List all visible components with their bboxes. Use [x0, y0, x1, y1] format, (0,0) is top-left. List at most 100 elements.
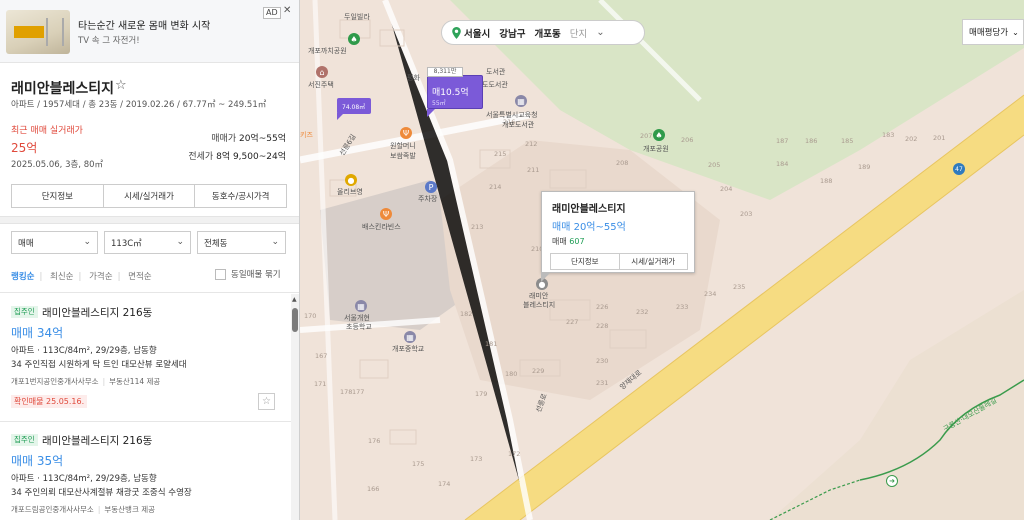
lot-number: 211 [527, 166, 540, 174]
lot-number: 180 [505, 370, 518, 378]
favorite-star-icon[interactable]: ☆ [258, 393, 275, 410]
map-label-school1b: 초등학교 [346, 323, 372, 331]
ad-badge: AD [263, 7, 281, 19]
lot-number: 228 [596, 322, 609, 330]
sale-price-label: 매매가 [211, 134, 237, 144]
sort-price[interactable]: 가격순 [89, 272, 112, 282]
area-select[interactable]: 113C㎡ ⌄ [104, 231, 191, 254]
sort-latest[interactable]: 최신순 [50, 272, 73, 282]
listing-description: 34 주인직접 시원하게 탁 트인 대모산뷰 로얄세대 [11, 360, 187, 370]
ad-subtitle: TV 속 그 자전거! [78, 36, 140, 46]
lot-number: 227 [566, 318, 579, 326]
lot-number: 189 [858, 163, 871, 171]
group-checkbox[interactable] [215, 268, 226, 280]
list-item[interactable]: 집주인 래미안블레스티지 216동 매매 35억 아파트 · 113C/84m²… [0, 422, 292, 520]
breadcrumb-city[interactable]: 서울시 [464, 26, 490, 40]
listing-source: 부동산뱅크 제공 [104, 505, 156, 514]
tab-market-price[interactable]: 시세/실거래가 [103, 185, 196, 207]
popup-listing-count: 매매 607 [552, 236, 585, 247]
lot-number: 215 [494, 150, 507, 158]
listing-agent: 개포1번지공인중개사사무소 | 부동산114 제공 [11, 377, 161, 386]
map-view[interactable]: 170 171 216 215 214 213 212 211 210 209 … [300, 0, 1024, 520]
confirm-badge: 확인매물 25.05.16. [11, 395, 88, 408]
map-label-restaurant2: 보쌈족발 [390, 152, 416, 160]
shop-icon: ● [345, 174, 357, 186]
lot-number: 232 [636, 308, 649, 316]
map-label-edu: 서울특별시교육청 [486, 111, 538, 119]
tab-unit-price[interactable]: 동호수/공시가격 [195, 185, 287, 207]
lot-number: 185 [841, 137, 854, 145]
building-select[interactable]: 전체동 ⌄ [197, 231, 286, 254]
map-label-gaepo-park: 개포공원 [643, 145, 669, 153]
agent-name[interactable]: 개포드림공인중개사사무소 [11, 505, 94, 514]
agent-name[interactable]: 개포1번지공인중개사사무소 [11, 377, 99, 386]
listing-title[interactable]: 래미안블레스티지 216동 [42, 433, 152, 448]
lot-number: 174 [438, 480, 451, 488]
scroll-up-icon[interactable]: ▲ [292, 296, 297, 303]
breadcrumb-complex[interactable]: 단지 [570, 26, 587, 40]
map-label-complex2: 블레스티지 [523, 301, 556, 309]
jeonse-price-range: 전세가 8억 9,500~24억 [188, 149, 286, 162]
favorite-star-icon[interactable]: ☆ [115, 78, 127, 93]
lot-number: 179 [475, 390, 488, 398]
price-unit-select[interactable]: 매매평당가 ⌄ [962, 19, 1024, 45]
office-icon: ▦ [515, 95, 527, 107]
lot-number: 173 [470, 455, 483, 463]
map-label-baskin: 배스킨라빈스 [362, 223, 401, 231]
popup-count-value: 607 [569, 237, 585, 246]
list-item[interactable]: 집주인 래미안블레스티지 216동 매매 34억 아파트 · 113C/84m²… [0, 294, 292, 419]
sort-area[interactable]: 면적순 [128, 272, 151, 282]
sort-options: 랭킹순 | 최신순 | 가격순 | 면적순 [11, 272, 152, 282]
tab-complex-info[interactable]: 단지정보 [12, 185, 104, 207]
ad-title[interactable]: 타는순간 새로운 몸매 변화 시작 [78, 17, 210, 32]
lot-number: 205 [708, 161, 721, 169]
lot-number: 204 [720, 185, 733, 193]
breadcrumb-district[interactable]: 강남구 [499, 26, 525, 40]
lot-number: 166 [367, 485, 380, 493]
trade-type-select[interactable]: 매매 ⌄ [11, 231, 98, 254]
map-label-parking: 주차장 [418, 195, 438, 203]
popup-complex-info-button[interactable]: 단지정보 [551, 254, 620, 269]
cafe-icon: Ψ [380, 208, 392, 220]
scrollbar-thumb[interactable] [292, 308, 298, 332]
listing-scrollbar[interactable]: ▲ [291, 294, 299, 520]
route-shield-icon: 47 [953, 163, 965, 175]
ad-thumbnail[interactable] [6, 10, 70, 54]
listing-title[interactable]: 래미안블레스티지 216동 [42, 305, 152, 320]
map-label-park: 개포까치공원 [308, 47, 347, 55]
house-icon: ⌂ [316, 66, 328, 78]
map-label-library2: 도도서관 [482, 81, 508, 89]
ad-banner[interactable]: 타는순간 새로운 몸매 변화 시작 TV 속 그 자전거! AD ✕ [0, 0, 299, 63]
lot-number: 175 [412, 460, 425, 468]
group-same-listing-toggle[interactable]: 동일매물 묶기 [215, 268, 281, 280]
map-label-house: 서진주택 [308, 81, 334, 89]
lot-number: 234 [704, 290, 717, 298]
map-label-edu2: 개포도서관 [502, 121, 535, 129]
lot-number: 167 [315, 352, 328, 360]
popup-market-price-button[interactable]: 시세/실거래가 [620, 254, 688, 269]
lot-number: 233 [676, 303, 689, 311]
map-breadcrumb[interactable]: 서울시 강남구 개포동 단지 ⌄ [441, 20, 645, 45]
price-unit-value: 매매평당가 [969, 28, 1009, 38]
map-label-school2: 개포중학교 [392, 345, 425, 353]
chevron-down-icon[interactable]: ⌄ [596, 27, 604, 38]
popup-buttons: 단지정보 시세/실거래가 [550, 253, 688, 270]
popup-title[interactable]: 래미안블레스티지 [552, 200, 626, 215]
close-icon[interactable]: ✕ [283, 5, 291, 17]
price-marker-small[interactable]: 74.08㎡ [337, 98, 371, 120]
section-divider [0, 216, 299, 224]
parking-icon: P [425, 181, 437, 193]
price-marker[interactable]: 8,311만 매10.5억 55㎡ [427, 67, 483, 117]
lot-number: 181 [485, 340, 498, 348]
sale-price-range: 매매가 20억~55억 [211, 131, 286, 144]
lot-number: 201 [933, 134, 946, 142]
marker-price: 매10.5억 [432, 88, 469, 98]
listing-agent: 개포드림공인중개사사무소 | 부동산뱅크 제공 [11, 505, 156, 514]
lot-number: 183 [882, 131, 895, 139]
sort-ranking[interactable]: 랭킹순 [11, 272, 34, 282]
lot-number: 170 [304, 312, 317, 320]
map-label-restaurant: 원할머니 [390, 142, 416, 150]
lot-number: 231 [596, 379, 609, 387]
listing-spec: 아파트 · 113C/84m², 29/29층, 남동향 [11, 346, 157, 356]
breadcrumb-dong[interactable]: 개포동 [534, 26, 560, 40]
